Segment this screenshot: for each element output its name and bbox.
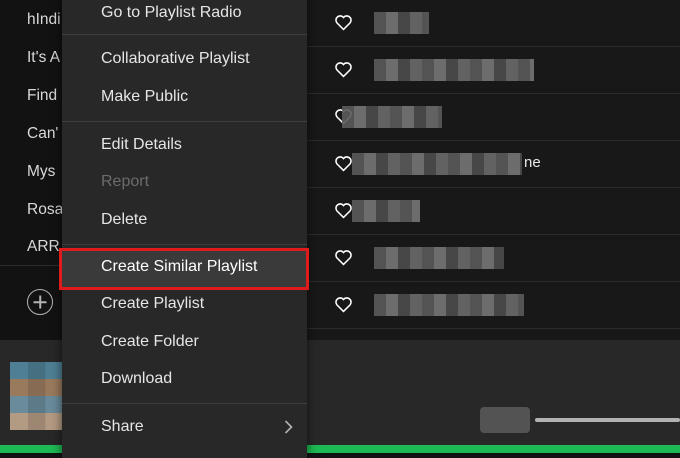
menu-item-edit-details[interactable]: Edit Details [62,126,307,163]
sidebar-playlist[interactable]: Can' [27,125,62,143]
sidebar: hIndi It's A Find Can' Mys Rosa ARR [0,0,62,345]
track-row[interactable] [307,282,680,329]
heart-icon[interactable] [334,296,353,313]
blurred-track-title [374,12,429,34]
sidebar-playlist[interactable]: ARR [27,238,62,256]
menu-divider [62,403,307,404]
blurred-track-title [374,294,524,316]
menu-item-download[interactable]: Download [62,360,307,397]
menu-item-share-label: Share [101,418,144,435]
menu-item-create-folder[interactable]: Create Folder [62,323,307,360]
track-title-fragment: ne [524,154,541,171]
sidebar-playlist[interactable]: It's A [27,49,62,67]
track-row[interactable] [307,0,680,47]
track-row[interactable] [307,47,680,94]
menu-item-collaborative-playlist[interactable]: Collaborative Playlist [62,40,307,77]
menu-item-go-to-playlist-radio[interactable]: Go to Playlist Radio [62,0,307,31]
blurred-track-title [342,106,442,128]
menu-item-delete[interactable]: Delete [62,201,307,238]
heart-icon[interactable] [334,249,353,266]
menu-divider [62,121,307,122]
blurred-track-title [352,153,522,175]
volume-slider[interactable] [535,418,680,422]
menu-item-create-similar-playlist[interactable]: Create Similar Playlist [59,248,309,290]
menu-item-report: Report [101,173,150,190]
menu-divider [62,244,307,245]
album-art[interactable] [10,362,64,430]
track-row[interactable] [307,235,680,282]
blurred-track-title [352,200,420,222]
blurred-control[interactable] [480,407,530,433]
menu-item-make-public[interactable]: Make Public [62,78,307,115]
sidebar-divider [0,265,62,266]
heart-icon[interactable] [334,155,353,172]
context-menu: Go to Playlist Radio Collaborative Playl… [62,0,307,458]
menu-item-share[interactable]: Share [62,408,307,445]
menu-item-create-similar-playlist-label: Create Similar Playlist [101,258,258,275]
track-list: ne [307,0,680,340]
sidebar-playlist[interactable]: Rosa [27,201,62,219]
menu-divider [62,34,307,35]
heart-icon[interactable] [334,14,353,31]
menu-item-create-playlist[interactable]: Create Playlist [62,285,307,322]
sidebar-playlist[interactable]: Find [27,87,62,105]
blurred-track-title [374,247,504,269]
track-row[interactable] [307,94,680,141]
blurred-track-title [374,59,534,81]
track-row[interactable]: ne [307,141,680,188]
heart-icon[interactable] [334,61,353,78]
track-row[interactable] [307,188,680,235]
sidebar-playlist[interactable]: Mys [27,163,62,181]
heart-icon[interactable] [334,202,353,219]
sidebar-playlist[interactable]: hIndi [27,11,62,29]
chevron-right-icon [284,420,293,434]
plus-circle-icon[interactable] [27,289,53,315]
